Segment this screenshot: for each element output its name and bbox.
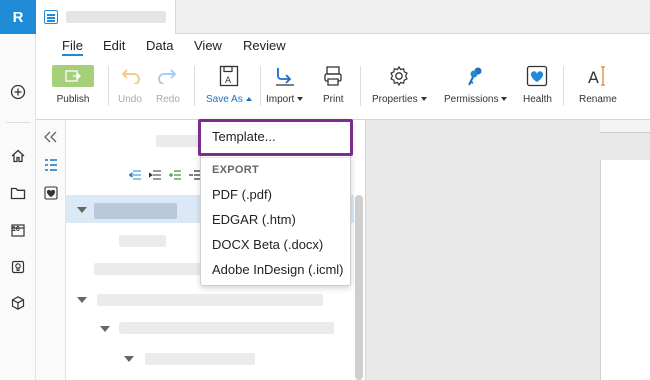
permissions-label: Permissions	[444, 94, 508, 105]
dropdown-divider	[201, 157, 350, 158]
toolbar-divider	[563, 66, 564, 106]
tree-node-redacted	[94, 203, 177, 219]
caret-up-icon	[245, 97, 252, 102]
menu-item-pdf[interactable]: PDF (.pdf)	[212, 187, 272, 202]
calendar-day: 16	[12, 226, 20, 233]
tree-node-redacted	[145, 353, 255, 365]
publish-label: Publish	[56, 94, 90, 105]
menu-item-template[interactable]: Template...	[212, 129, 276, 144]
expand-icon[interactable]	[77, 297, 87, 303]
ruler	[600, 120, 650, 133]
print-button[interactable]: Print	[323, 62, 344, 105]
menu-edit[interactable]: Edit	[103, 38, 125, 53]
calendar-icon[interactable]: 16	[8, 220, 28, 240]
tree-node-redacted	[97, 294, 323, 306]
import-button[interactable]: Import	[266, 62, 304, 105]
health-panel-icon[interactable]	[44, 186, 58, 205]
document-tab[interactable]	[36, 0, 176, 34]
permissions-button[interactable]: Permissions	[444, 62, 508, 105]
import-label: Import	[266, 94, 304, 105]
document-tab-strip	[36, 0, 650, 34]
tree-node-redacted	[119, 235, 166, 247]
panel-icon-strip	[36, 120, 66, 380]
toolbar-divider	[260, 66, 261, 106]
export-section-heading: EXPORT	[212, 164, 260, 176]
indent-icon[interactable]	[148, 169, 162, 181]
toolbar: Publish Undo Redo A Save As Import Print…	[36, 58, 650, 120]
menu-item-edgar[interactable]: EDGAR (.htm)	[212, 212, 296, 227]
document-title-redacted	[66, 11, 166, 23]
home-icon[interactable]	[8, 146, 28, 166]
print-label: Print	[323, 94, 344, 105]
left-rail: R 16	[0, 0, 36, 380]
rail-divider	[6, 122, 30, 123]
caret-down-icon	[420, 97, 427, 102]
import-icon	[275, 68, 294, 86]
save-as-icon: A	[219, 65, 238, 87]
rename-button[interactable]: A Rename	[579, 62, 617, 105]
folder-icon[interactable]	[8, 183, 28, 203]
outdent-icon[interactable]	[128, 169, 142, 181]
health-button[interactable]: Health	[523, 62, 552, 105]
tree-node-redacted	[119, 322, 334, 334]
document-icon	[44, 10, 58, 24]
app-logo-letter: R	[12, 8, 24, 26]
menu-data[interactable]: Data	[146, 38, 173, 53]
publish-button[interactable]: Publish	[52, 62, 94, 105]
gear-icon	[390, 65, 409, 87]
caret-down-icon	[501, 97, 508, 102]
document-canvas	[366, 120, 650, 380]
rename-label: Rename	[579, 94, 617, 105]
redo-label: Redo	[156, 94, 180, 105]
properties-button[interactable]: Properties	[372, 62, 427, 105]
expand-icon[interactable]	[77, 207, 87, 213]
lightbulb-icon[interactable]	[8, 257, 28, 277]
rename-icon: A	[588, 66, 605, 87]
undo-label: Undo	[118, 94, 142, 105]
health-icon	[527, 65, 548, 87]
toolbar-divider	[108, 66, 109, 106]
expand-icon[interactable]	[100, 326, 110, 332]
cube-icon[interactable]	[8, 293, 28, 313]
health-label: Health	[523, 94, 552, 105]
menu-item-docx[interactable]: DOCX Beta (.docx)	[212, 237, 323, 252]
keys-icon	[467, 67, 482, 86]
publish-icon	[52, 65, 94, 87]
document-page[interactable]	[600, 160, 650, 380]
toolbar-divider	[194, 66, 195, 106]
indent-toolbar	[128, 169, 202, 181]
add-below-icon[interactable]	[168, 169, 182, 181]
expand-icon[interactable]	[124, 356, 134, 362]
printer-icon	[324, 66, 342, 86]
svg-text:A: A	[588, 68, 599, 87]
svg-text:A: A	[225, 76, 232, 86]
add-icon[interactable]	[8, 82, 28, 102]
menu-item-indesign[interactable]: Adobe InDesign (.icml)	[212, 262, 344, 277]
collapse-panel-icon[interactable]	[44, 130, 58, 148]
redo-icon	[158, 69, 177, 84]
toolbar-divider	[360, 66, 361, 106]
menu-bar: File Edit Data View Review	[36, 34, 650, 58]
redo-button[interactable]: Redo	[156, 62, 180, 105]
undo-icon	[121, 69, 140, 84]
undo-button[interactable]: Undo	[118, 62, 142, 105]
menu-view[interactable]: View	[194, 38, 222, 53]
save-as-dropdown: Template... EXPORT PDF (.pdf) EDGAR (.ht…	[200, 119, 351, 286]
panel-scrollbar[interactable]	[355, 195, 363, 380]
caret-down-icon	[297, 97, 304, 102]
outline-view-icon[interactable]	[44, 158, 58, 177]
menu-review[interactable]: Review	[243, 38, 286, 53]
menu-file[interactable]: File	[62, 38, 83, 56]
save-as-button[interactable]: A Save As	[206, 62, 252, 105]
properties-label: Properties	[372, 94, 427, 105]
app-logo[interactable]: R	[0, 0, 36, 34]
save-as-label: Save As	[206, 94, 252, 105]
